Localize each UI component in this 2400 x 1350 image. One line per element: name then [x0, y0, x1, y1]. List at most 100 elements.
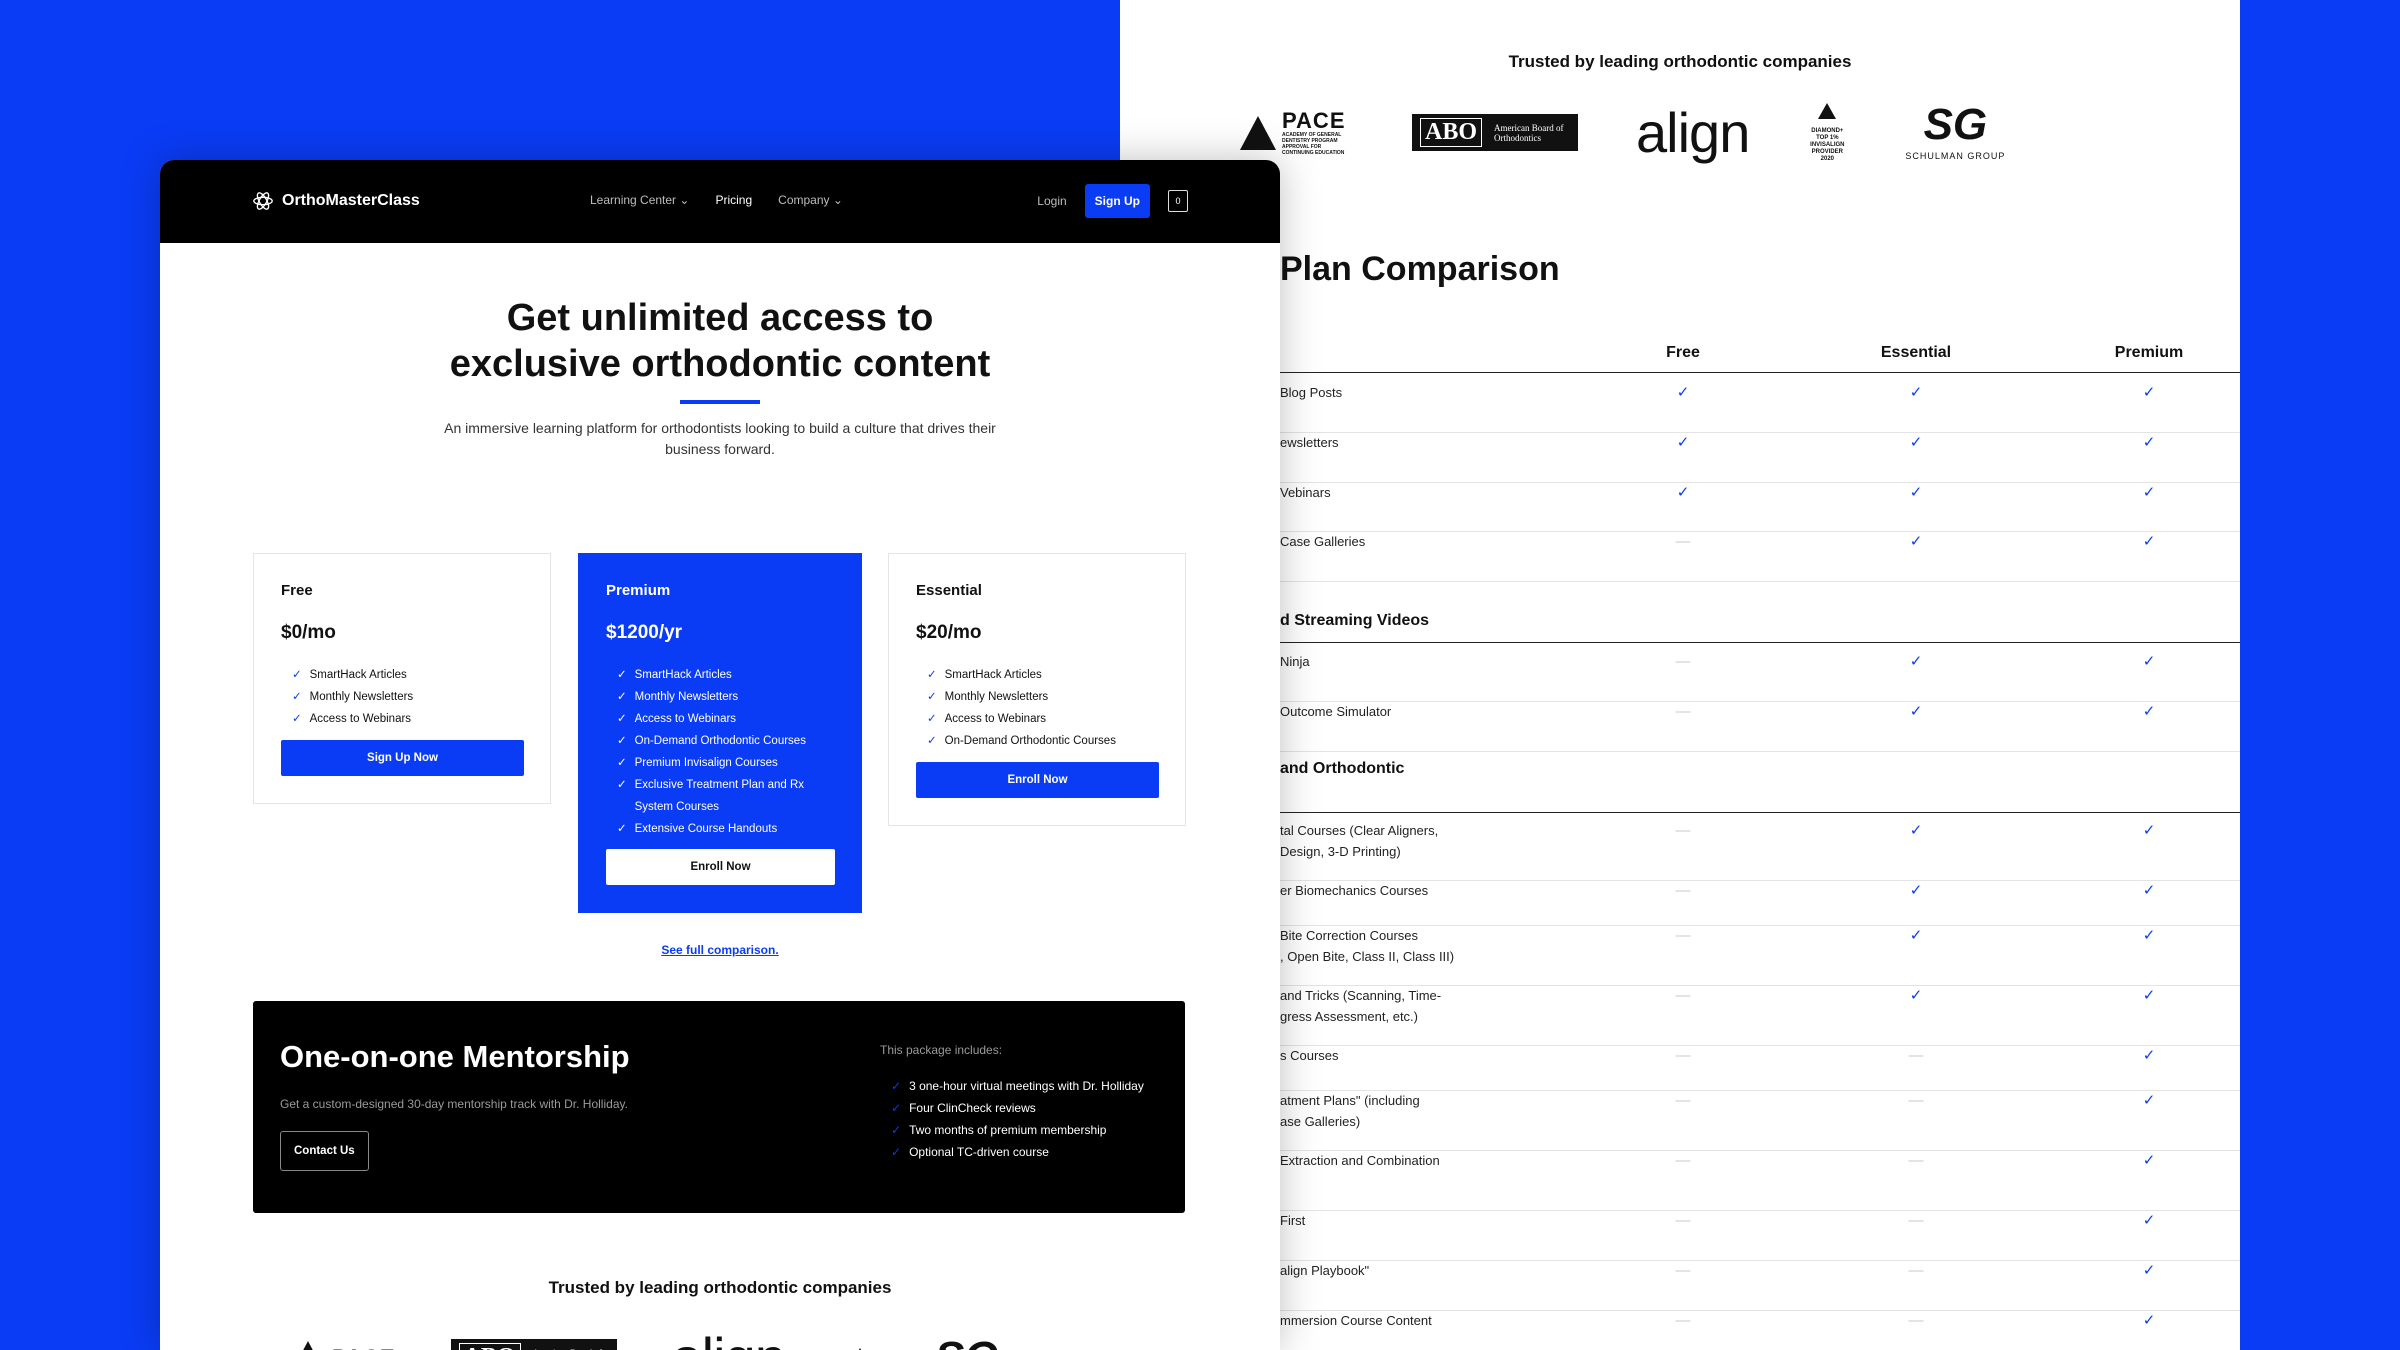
check-icon: ✓ — [617, 691, 627, 703]
check-icon: ✓ — [1909, 653, 1923, 670]
check-icon: ✓ — [1676, 484, 1690, 501]
dash-icon: — — [1675, 1262, 1691, 1279]
comparison-section-title: d Streaming Videos — [1280, 612, 2240, 643]
list-item: ✓ SmartHack Articles — [927, 664, 1167, 686]
feature-label: s Courses — [1280, 1048, 1339, 1063]
table-row: First — — ✓ — [1280, 1210, 2240, 1261]
list-item: ✓ On-Demand Orthodontic Courses — [927, 730, 1167, 752]
mentorship-title: One-on-one Mentorship — [280, 1039, 630, 1074]
check-icon: ✓ — [2142, 1152, 2156, 1169]
feature-label: Vebinars — [1280, 485, 1331, 500]
mentorship-subtitle: Get a custom-designed 30-day mentorship … — [280, 1097, 628, 1111]
chevron-down-icon: ⌄ — [679, 193, 690, 207]
check-icon: ✓ — [2142, 434, 2156, 451]
feature-label: Blog Posts — [1280, 385, 1343, 400]
login-link[interactable]: Login — [1037, 194, 1066, 208]
check-icon: ✓ — [2142, 703, 2156, 720]
comparison-page: Trusted by leading orthodontic companies… — [1120, 0, 2240, 1350]
mentorship-features: ✓ 3 one-hour virtual meetings with Dr. Ho… — [891, 1075, 1144, 1163]
check-icon: ✓ — [292, 669, 302, 681]
schulman-group-logo: SG — [935, 1335, 999, 1350]
check-icon: ✓ — [927, 713, 937, 725]
abo-logo: ABO American Board of Orthodontics — [1412, 114, 1579, 151]
feature-label: First — [1280, 1213, 1306, 1228]
list-item: ✓ SmartHack Articles — [292, 664, 532, 686]
check-icon: ✓ — [2142, 653, 2156, 670]
hero-title: Get unlimited access to exclusive orthod… — [449, 297, 991, 385]
check-icon: ✓ — [2142, 1262, 2156, 1279]
feature-label: tal Courses (Clear Aligners, Design, 3-D… — [1280, 823, 1439, 859]
check-icon: ✓ — [2142, 384, 2156, 401]
dash-icon: — — [1675, 653, 1691, 670]
feature-label: Case Galleries — [1280, 534, 1366, 549]
chevron-down-icon: ⌄ — [832, 193, 843, 207]
plan-features: ✓ SmartHack Articles ✓ Monthly Newsletters… — [927, 664, 1167, 752]
check-icon: ✓ — [2142, 927, 2156, 944]
list-item: ✓ Exclusive Treatment Plan and Rx System … — [617, 774, 827, 818]
feature-label: Outcome Simulator — [1280, 704, 1392, 719]
dash-icon: — — [1908, 1092, 1924, 1109]
plan-card-essential: Essential $20/mo ✓ SmartHack Articles ✓ Mo… — [888, 553, 1186, 826]
diamond-triangle-icon — [1818, 102, 1837, 119]
contact-us-button[interactable]: Contact Us — [280, 1131, 369, 1171]
table-row: Outcome Simulator — ✓ ✓ — [1280, 701, 2240, 752]
plan-comparison-title: Plan Comparison — [1280, 250, 1560, 288]
plan-name: Premium — [606, 582, 671, 599]
check-icon: ✓ — [927, 735, 937, 747]
check-icon: ✓ — [617, 713, 627, 725]
plan-features: ✓ SmartHack Articles ✓ Monthly Newsletters… — [292, 664, 532, 730]
check-icon: ✓ — [292, 691, 302, 703]
column-premium: Premium — [2114, 344, 2184, 361]
check-icon: ✓ — [292, 713, 302, 725]
atom-icon — [253, 192, 273, 210]
nav-company[interactable]: Company ⌄ — [778, 193, 843, 207]
dash-icon: — — [1675, 927, 1691, 944]
table-row: Vebinars ✓ ✓ ✓ — [1280, 482, 2240, 532]
top-nav: OrthoMasterClass Learning Center ⌄ Prici… — [160, 160, 1280, 243]
table-row: mmersion Course Content — — ✓ — [1280, 1310, 2240, 1350]
table-row: Ninja — ✓ ✓ — [1280, 651, 2240, 702]
dash-icon: — — [1908, 1262, 1924, 1279]
check-icon: ✓ — [1676, 434, 1690, 451]
list-item: ✓ Monthly Newsletters — [617, 686, 827, 708]
check-icon: ✓ — [1909, 434, 1923, 451]
enroll-now-button-premium[interactable]: Enroll Now — [606, 849, 835, 885]
check-icon: ✓ — [891, 1079, 902, 1093]
check-icon: ✓ — [2142, 987, 2156, 1004]
pace-logo: PACE ACADEMY OF GENERAL DENTISTRY PROGRA… — [1240, 109, 1354, 156]
diamond-provider-logo: DIAMOND+ TOP 1% INVISALIGN PROVIDER 2020 — [1807, 102, 1847, 163]
table-row: Bite Correction Courses, Open Bite, Clas… — [1280, 925, 2240, 986]
feature-label: mmersion Course Content — [1280, 1313, 1432, 1328]
dash-icon: — — [1908, 1212, 1924, 1229]
align-logo: align — [1636, 101, 1750, 164]
table-row: s Courses — — ✓ — [1280, 1045, 2240, 1091]
dash-icon: — — [1675, 822, 1691, 839]
see-full-comparison-link[interactable]: See full comparison. — [160, 943, 1280, 957]
feature-label: er Biomechanics Courses — [1280, 883, 1429, 898]
list-item: ✓ Premium Invisalign Courses — [617, 752, 827, 774]
feature-label: Extraction and Combination — [1280, 1153, 1440, 1168]
plan-price: $20/mo — [916, 622, 982, 643]
align-logo: align — [672, 1325, 786, 1350]
feature-label: Bite Correction Courses, Open Bite, Clas… — [1280, 928, 1455, 964]
brand-name: OrthoMasterClass — [282, 192, 420, 209]
feature-label: ewsletters — [1280, 435, 1339, 450]
cart-icon[interactable]: 0 — [1168, 190, 1188, 212]
check-icon: ✓ — [2142, 1047, 2156, 1064]
table-row: atment Plans" (including ase Galleries) — —… — [1280, 1090, 2240, 1151]
list-item: ✓ Optional TC-driven course — [891, 1141, 1144, 1163]
check-icon: ✓ — [1909, 703, 1923, 720]
sign-up-now-button[interactable]: Sign Up Now — [281, 740, 524, 776]
check-icon: ✓ — [1909, 533, 1923, 550]
dash-icon: — — [1675, 1152, 1691, 1169]
enroll-now-button-essential[interactable]: Enroll Now — [916, 762, 1159, 798]
check-icon: ✓ — [617, 669, 627, 681]
dash-icon: — — [1675, 882, 1691, 899]
list-item: ✓ 3 one-hour virtual meetings with Dr. Ho… — [891, 1075, 1144, 1097]
nav-pricing[interactable]: Pricing — [715, 193, 752, 207]
schulman-group-logo: SG SCHULMAN GROUP — [1905, 99, 2006, 161]
signup-button[interactable]: Sign Up — [1084, 184, 1150, 218]
nav-learning-center[interactable]: Learning Center ⌄ — [590, 193, 689, 207]
dash-icon: — — [1675, 1212, 1691, 1229]
brand-logo[interactable]: OrthoMasterClass — [252, 190, 420, 212]
